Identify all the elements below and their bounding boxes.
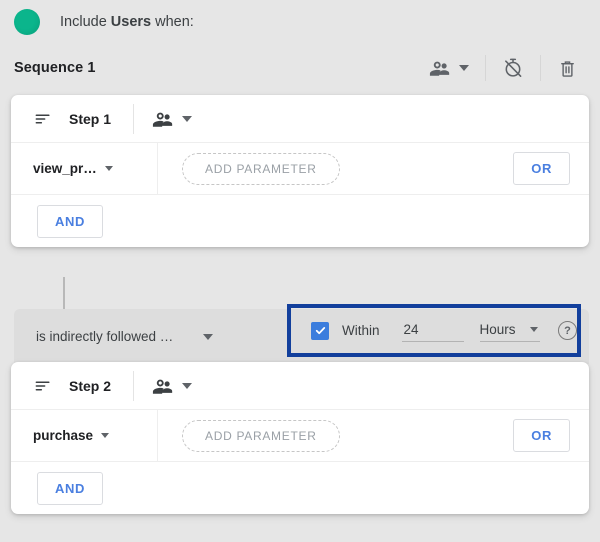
chevron-down-icon [203,334,213,340]
include-users-header: Include Users when: [0,0,600,36]
people-icon [429,57,451,79]
step-order-icon [33,376,53,396]
step-2-header-divider [133,371,134,401]
step-2-or-button[interactable]: OR [513,419,570,452]
within-amount-input[interactable] [402,319,464,342]
toolbar-divider-1 [485,55,486,81]
include-prefix: Include [60,14,111,30]
timer-off-icon [502,57,524,79]
sequence-actions [421,48,586,88]
step-2-and-row: AND [11,462,589,514]
within-unit-dropdown[interactable]: Hours [480,319,540,342]
trash-icon [557,58,578,79]
step-1-and-row: AND [11,195,589,247]
step-2-scope-dropdown[interactable] [152,375,196,397]
step-2-parameter-cell: ADD PARAMETER [158,420,513,452]
followed-by-condition-label: is indirectly followed … [36,329,173,344]
step-order-icon [33,109,53,129]
step-2-event-dropdown[interactable]: purchase [11,410,158,461]
step-2-add-parameter-button[interactable]: ADD PARAMETER [182,420,340,452]
toolbar-divider-2 [540,55,541,81]
step-2-card: Step 2 purchase ADD PARAMETER OR AND [11,362,589,514]
chevron-down-icon [530,327,538,332]
include-users-label: Include Users when: [60,14,194,30]
include-entity: Users [111,14,151,30]
step-1-scope-dropdown[interactable] [152,108,196,130]
scope-people-dropdown[interactable] [421,48,477,88]
within-unit-label: Hours [480,322,516,337]
within-label: Within [342,323,380,338]
step-2-header: Step 2 [11,362,589,410]
within-time-constraint-highlight: Within Hours ? [287,304,581,357]
step-1-or-button[interactable]: OR [513,152,570,185]
people-icon [152,108,174,130]
step-1-label: Step 1 [69,111,111,127]
within-checkbox[interactable] [311,322,329,340]
chevron-down-icon [459,65,469,71]
step-2-event-name: purchase [33,428,93,443]
step-1-event-dropdown[interactable]: view_pr… [11,143,158,194]
within-help-icon[interactable]: ? [558,321,577,340]
people-icon [152,375,174,397]
step-1-card: Step 1 view_pr… ADD PARAMETER OR AND [11,95,589,247]
step-2-condition-row: purchase ADD PARAMETER OR [11,410,589,462]
step-1-parameter-cell: ADD PARAMETER [158,153,513,185]
chevron-down-icon [182,116,192,122]
step-1-or-cell: OR [513,152,589,185]
step-1-header: Step 1 [11,95,589,143]
step-2-and-button[interactable]: AND [37,472,103,505]
step-1-header-divider [133,104,134,134]
step-1-condition-row: view_pr… ADD PARAMETER OR [11,143,589,195]
step-2-label: Step 2 [69,378,111,394]
timer-off-button[interactable] [494,48,532,88]
step-1-and-button[interactable]: AND [37,205,103,238]
sequence-connector-line [63,277,65,311]
within-time-constraint: Within Hours ? [291,308,577,353]
chevron-down-icon [105,166,113,171]
step-1-add-parameter-button[interactable]: ADD PARAMETER [182,153,340,185]
condition-scope-dot [14,9,40,35]
chevron-down-icon [101,433,109,438]
chevron-down-icon [182,383,192,389]
step-1-event-name: view_pr… [33,161,97,176]
step-2-or-cell: OR [513,419,589,452]
sequence-title: Sequence 1 [14,60,96,76]
include-suffix: when: [151,14,194,30]
followed-by-condition-dropdown[interactable]: is indirectly followed … [14,329,217,344]
sequence-toolbar: Sequence 1 [0,48,600,88]
delete-sequence-button[interactable] [549,48,586,88]
